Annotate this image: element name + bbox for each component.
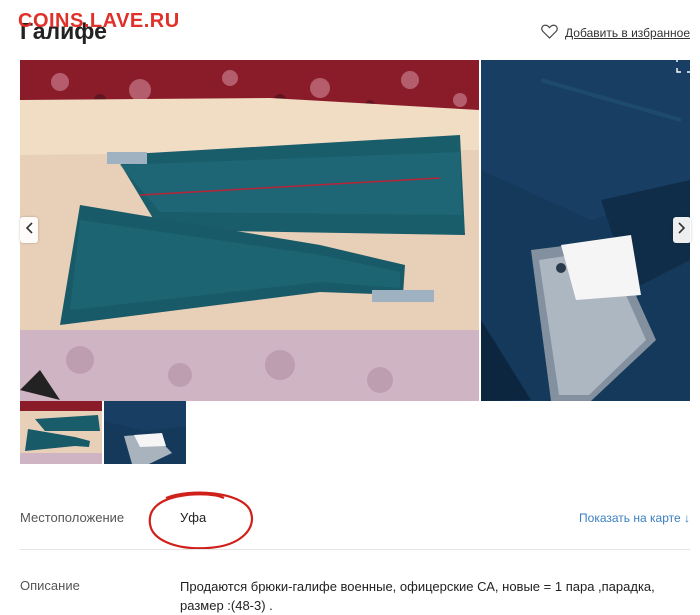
previous-photo-button[interactable] (20, 217, 38, 243)
location-value: Уфа (180, 510, 207, 525)
show-on-map-link[interactable]: Показать на карте ↓ (579, 511, 690, 525)
location-label: Местоположение (20, 510, 125, 525)
watermark-text: COINS.LAVE.RU (18, 10, 180, 32)
description-label: Описание (20, 578, 80, 593)
thumbnail-1[interactable] (20, 401, 102, 464)
fullscreen-icon (676, 56, 692, 78)
add-to-favorites-button[interactable]: Добавить в избранное (541, 24, 690, 42)
heart-icon (541, 24, 558, 42)
thumbnail-strip (20, 401, 186, 464)
main-photo[interactable] (20, 60, 479, 401)
chevron-right-icon (678, 221, 686, 239)
section-divider (20, 549, 690, 550)
fullscreen-button[interactable] (673, 56, 695, 78)
second-photo[interactable] (481, 60, 690, 401)
add-to-favorites-label: Добавить в избранное (565, 26, 690, 40)
thumbnail-2[interactable] (104, 401, 186, 464)
description-text: Продаются брюки-галифе военные, офицерск… (180, 579, 655, 613)
chevron-left-icon (25, 221, 33, 239)
next-photo-button[interactable] (673, 217, 691, 243)
photo-gallery (20, 60, 690, 401)
